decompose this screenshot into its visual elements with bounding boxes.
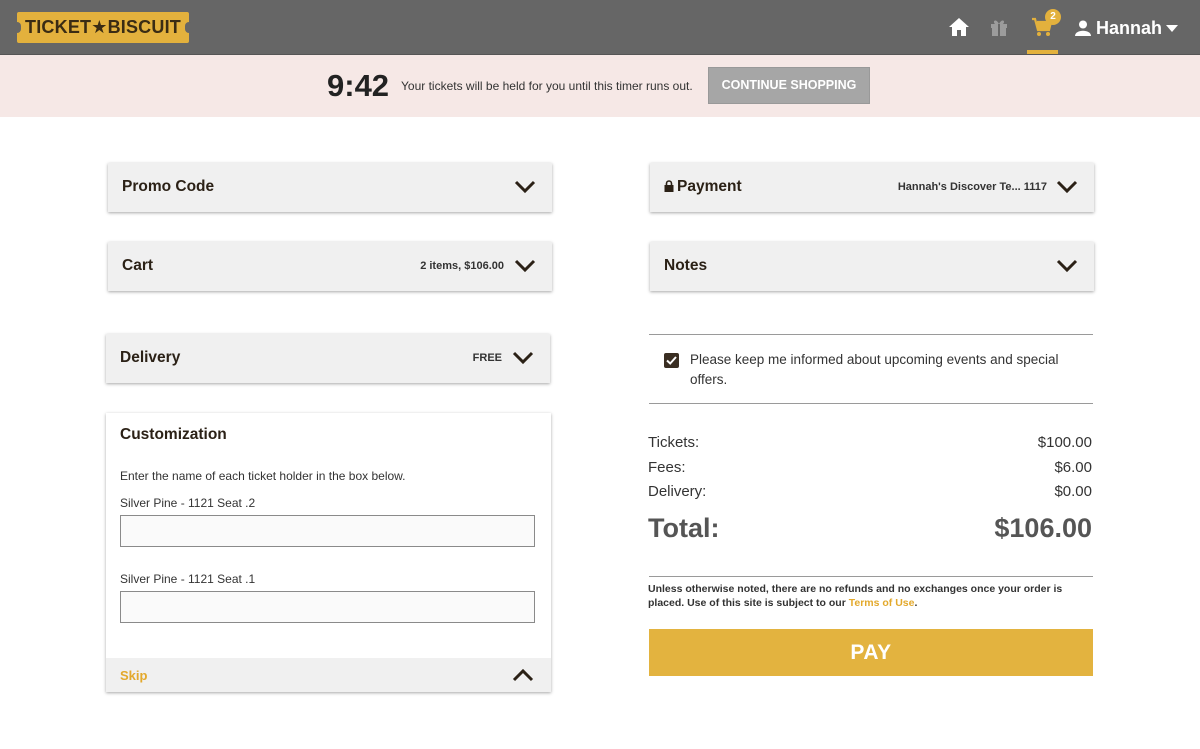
legal-period: .	[914, 597, 918, 609]
divider	[649, 576, 1093, 577]
fees-label: Fees:	[648, 459, 686, 476]
checkmark-icon	[666, 356, 677, 365]
countdown-timer: 9:42	[327, 68, 390, 103]
timer-message: Your tickets will be held for you until …	[401, 79, 693, 93]
panel-title: Cart	[122, 257, 154, 274]
lock-icon	[664, 180, 674, 192]
newsletter-optin-label[interactable]: Please keep me informed about upcoming e…	[690, 350, 1090, 390]
total-label: Total:	[648, 513, 720, 543]
customization-footer: Skip	[106, 658, 551, 692]
total-value: $106.00	[994, 513, 1092, 543]
delivery-value: $0.00	[1054, 483, 1092, 500]
delivery-summary: FREE	[472, 352, 502, 364]
ticket-holder-label: Silver Pine - 1121 Seat .2	[120, 496, 256, 510]
home-icon[interactable]	[948, 17, 970, 39]
user-name: Hannah	[1096, 17, 1163, 38]
cart-count-badge: 2	[1045, 9, 1061, 25]
delivery-label: Delivery:	[648, 483, 707, 500]
continue-shopping-button[interactable]: CONTINUE SHOPPING	[708, 67, 870, 104]
panel-title: Payment	[664, 178, 742, 196]
chevron-down-icon	[512, 351, 534, 365]
terms-of-use-link[interactable]: Terms of Use	[849, 597, 915, 609]
panel-title: Notes	[664, 257, 708, 274]
panel-title: Promo Code	[122, 178, 215, 195]
user-menu[interactable]: Hannah	[1075, 16, 1179, 40]
site-logo[interactable]: TICKET★BISCUIT	[13, 12, 193, 43]
chevron-up-icon[interactable]	[512, 668, 534, 682]
tickets-label: Tickets:	[648, 434, 700, 451]
panel-title: Delivery	[120, 349, 181, 366]
panel-title: Customization	[120, 426, 227, 443]
payment-panel[interactable]: Payment Hannah's Discover Te... 1117	[650, 163, 1094, 212]
customization-instructions: Enter the name of each ticket holder in …	[120, 469, 406, 483]
delivery-panel[interactable]: Delivery FREE	[106, 334, 550, 383]
cart-panel[interactable]: Cart 2 items, $106.00	[108, 242, 552, 291]
skip-link[interactable]: Skip	[120, 668, 147, 683]
cart-summary: 2 items, $106.00	[420, 260, 504, 272]
gift-icon[interactable]	[989, 17, 1011, 39]
payment-summary: Hannah's Discover Te... 1117	[897, 181, 1047, 193]
hold-timer-bar: 9:42 Your tickets will be held for you u…	[0, 55, 1200, 117]
logo-text: TICKET★BISCUIT	[25, 17, 181, 37]
chevron-down-icon	[1056, 180, 1078, 194]
chevron-down-icon	[1056, 259, 1078, 273]
chevron-down-icon	[514, 259, 536, 273]
notes-panel[interactable]: Notes	[650, 242, 1094, 291]
cart-active-indicator	[1027, 50, 1058, 54]
newsletter-checkbox[interactable]	[664, 353, 679, 368]
ticket-holder-input[interactable]	[120, 591, 535, 623]
divider	[649, 403, 1093, 404]
divider	[649, 334, 1093, 335]
ticket-holder-label: Silver Pine - 1121 Seat .1	[120, 572, 256, 586]
payment-title: Payment	[677, 178, 742, 195]
legal-notice: Unless otherwise noted, there are no ref…	[648, 582, 1093, 610]
chevron-down-icon	[514, 180, 536, 194]
top-nav-bar: TICKET★BISCUIT 2 Hannah	[0, 0, 1200, 55]
pay-button[interactable]: PAY	[649, 629, 1093, 676]
fees-value: $6.00	[1054, 459, 1092, 476]
customization-panel: Customization Enter the name of each tic…	[106, 413, 551, 692]
user-icon	[1075, 20, 1091, 36]
promo-code-panel[interactable]: Promo Code	[108, 163, 552, 212]
ticket-holder-input[interactable]	[120, 515, 535, 547]
chevron-down-icon	[1166, 24, 1179, 32]
tickets-value: $100.00	[1037, 434, 1092, 451]
